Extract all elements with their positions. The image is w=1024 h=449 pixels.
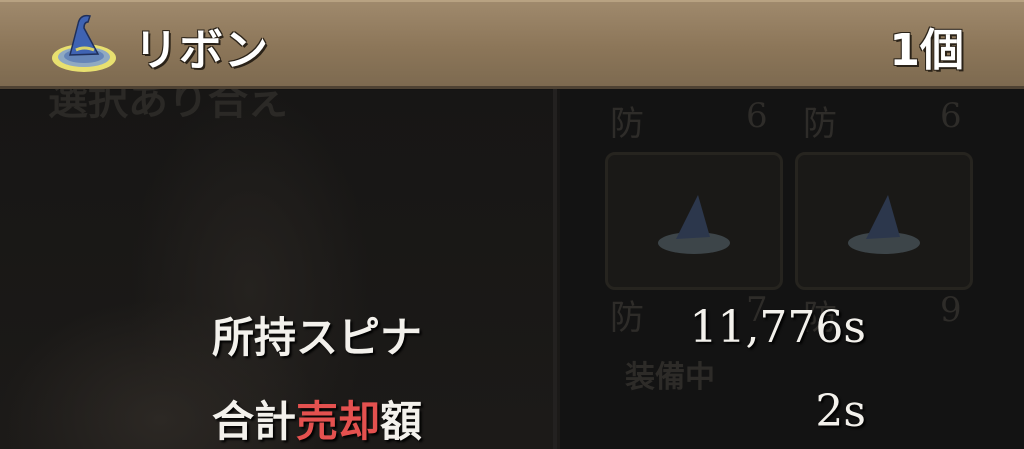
wizard-hat-icon: [848, 195, 920, 254]
wizard-hat-icon: [52, 14, 116, 72]
equipped-tag: 装備中: [625, 360, 715, 395]
owned-spina-value: 11,776s: [689, 302, 866, 353]
total-sale-value: 2s: [815, 386, 866, 437]
item-name: リボン: [134, 25, 269, 76]
owned-spina-label: 所持スピナ: [212, 313, 423, 362]
item-header-bar: リボン 1個: [0, 0, 1024, 89]
bg-stat-value: 9: [940, 290, 962, 330]
total-label-highlight: 売却: [296, 397, 381, 446]
bg-stat-value: 6: [940, 96, 962, 136]
bg-stat-value: 6: [746, 96, 768, 136]
total-sale-label: 合計売却額: [212, 388, 422, 449]
total-label-prefix: 合計: [212, 397, 297, 446]
inventory-slot[interactable]: [795, 152, 973, 290]
wizard-hat-icon: [658, 195, 730, 254]
bg-stat-label: 防: [610, 298, 644, 338]
bg-stat-label: 防: [803, 104, 837, 144]
total-label-suffix: 額: [380, 397, 423, 446]
inventory-slot[interactable]: [605, 152, 783, 290]
bg-stat-label: 防: [610, 104, 644, 144]
panel-divider: [553, 88, 557, 449]
item-count: 1個: [889, 25, 964, 76]
